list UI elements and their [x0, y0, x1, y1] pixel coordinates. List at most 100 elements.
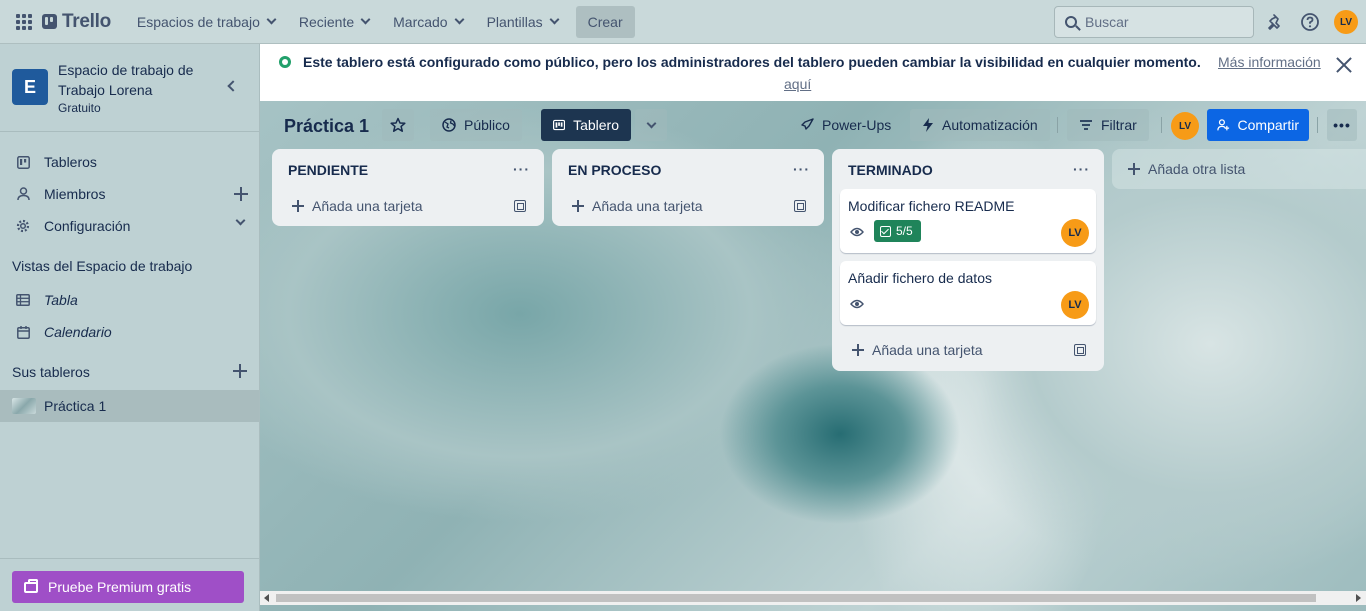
star-icon [390, 117, 406, 132]
chevron-down-icon [454, 14, 465, 25]
notifications-icon[interactable] [1264, 12, 1284, 32]
chevron-down-icon [549, 14, 560, 25]
sidebar-item-boards[interactable]: Tableros [0, 146, 259, 178]
header-separator [1161, 117, 1162, 133]
watching-eye-icon [850, 297, 864, 311]
menu-recent-label: Reciente [298, 13, 355, 30]
plus-icon [1128, 163, 1140, 175]
search-placeholder: Buscar [1085, 14, 1129, 30]
sidebar-item-calendar[interactable]: Calendario [0, 316, 259, 348]
globe-icon [279, 56, 291, 68]
list-title[interactable]: PENDIENTE [288, 162, 368, 178]
create-button[interactable]: Crear [575, 5, 635, 38]
header-separator [1317, 117, 1318, 133]
add-card-label: Añada una tarjeta [312, 198, 423, 214]
card-template-icon[interactable] [794, 200, 806, 212]
banner-more-info-link[interactable]: Más información [1218, 54, 1321, 70]
sidebar-item-members[interactable]: Miembros [0, 178, 259, 210]
automation-label: Automatización [942, 117, 1038, 133]
header-separator [1057, 117, 1058, 133]
user-avatar[interactable]: LV [1334, 10, 1358, 34]
view-board-label: Tablero [573, 117, 619, 133]
board-thumbnail [12, 398, 36, 414]
checklist-count: 5/5 [896, 224, 913, 238]
sidebar-board-label: Práctica 1 [44, 398, 107, 414]
card-template-icon[interactable] [514, 200, 526, 212]
powerups-button[interactable]: Power-Ups [788, 109, 903, 141]
watching-eye-icon [850, 225, 864, 239]
sidebar-item-settings[interactable]: Configuración [0, 210, 259, 242]
filter-icon [1080, 120, 1092, 130]
try-premium-button[interactable]: Pruebe Premium gratis [12, 571, 244, 603]
rocket-icon [801, 118, 814, 130]
list-menu-icon[interactable]: ··· [793, 161, 810, 177]
visibility-button[interactable]: Público [430, 109, 522, 141]
list-title[interactable]: TERMINADO [848, 162, 933, 178]
visibility-banner: Este tablero está configurado como públi… [260, 44, 1366, 101]
list-menu-icon[interactable]: ··· [513, 161, 530, 177]
plus-icon [852, 344, 864, 356]
gear-icon [16, 219, 30, 233]
star-board-button[interactable] [382, 109, 414, 141]
scrollbar-thumb[interactable] [276, 594, 1316, 602]
more-icon: ••• [1333, 117, 1351, 133]
menu-recent[interactable]: Reciente [287, 6, 381, 38]
menu-starred-label: Marcado [393, 13, 448, 30]
add-card-button[interactable]: Añada una tarjeta [280, 192, 536, 220]
trello-logo[interactable]: Trello [42, 11, 111, 33]
sidebar-board-practica-1[interactable]: Práctica 1 [0, 390, 259, 422]
sidebar-item-table[interactable]: Tabla [0, 284, 259, 316]
add-card-button[interactable]: Añada una tarjeta [560, 192, 816, 220]
card-template-icon[interactable] [1074, 344, 1086, 356]
globe-outline-icon [442, 118, 456, 132]
card-member-avatar[interactable]: LV [1061, 291, 1089, 319]
view-board-button[interactable]: Tablero [541, 109, 631, 141]
visibility-label: Público [464, 117, 510, 133]
menu-templates-label: Plantillas [486, 13, 543, 30]
powerups-label: Power-Ups [822, 117, 892, 133]
card-title: Modificar fichero README [848, 198, 1015, 214]
share-button[interactable]: Compartir [1207, 109, 1309, 141]
filter-button[interactable]: Filtrar [1067, 109, 1149, 141]
list-terminado: TERMINADO ··· Modificar fichero README 5… [832, 149, 1104, 371]
add-card-button[interactable]: Añada una tarjeta [840, 336, 1096, 364]
app-switcher-icon[interactable] [12, 10, 36, 34]
calendar-icon [16, 325, 30, 339]
workspace-name-line2: Trabajo Lorena [58, 82, 153, 98]
card-modificar-readme[interactable]: Modificar fichero README 5/5 LV [840, 189, 1096, 253]
workspace-logo[interactable]: E [12, 69, 48, 105]
add-member-icon[interactable] [234, 187, 248, 201]
menu-templates[interactable]: Plantillas [475, 6, 570, 38]
list-menu-icon[interactable]: ··· [1073, 161, 1090, 177]
automation-button[interactable]: Automatización [910, 109, 1050, 141]
add-card-label: Añada una tarjeta [592, 198, 703, 214]
chevron-down-icon[interactable] [235, 215, 246, 226]
workspace-views-title: Vistas del Espacio de trabajo [12, 258, 193, 274]
board-menu-button[interactable]: ••• [1327, 109, 1357, 141]
board-title[interactable]: Práctica 1 [284, 116, 369, 137]
top-navigation: Trello Espacios de trabajo Reciente Marc… [0, 0, 1366, 44]
add-list-button[interactable]: Añada otra lista [1112, 149, 1366, 189]
card-anadir-datos[interactable]: Añadir fichero de datos LV [840, 261, 1096, 325]
card-member-avatar[interactable]: LV [1061, 219, 1089, 247]
scroll-left-arrow-icon[interactable] [264, 594, 269, 602]
scroll-right-arrow-icon[interactable] [1356, 594, 1361, 602]
your-boards-title: Sus tableros [12, 364, 90, 380]
menu-starred[interactable]: Marcado [381, 6, 474, 38]
view-switcher-button[interactable] [635, 109, 667, 141]
list-title[interactable]: EN PROCESO [568, 162, 661, 178]
board-member-avatar[interactable]: LV [1171, 112, 1199, 140]
banner-more-info-link-continued[interactable]: aquí [784, 76, 811, 92]
search-input[interactable]: Buscar [1054, 6, 1254, 38]
workspace-header: E Espacio de trabajo de Trabajo Lorena G… [0, 44, 259, 132]
sidebar-item-boards-label: Tableros [44, 154, 97, 170]
help-icon[interactable] [1300, 12, 1320, 32]
board-header: Práctica 1 Público Tablero Power-Ups Aut… [260, 101, 1366, 149]
close-icon[interactable] [1335, 56, 1353, 74]
add-board-icon[interactable] [233, 364, 247, 378]
collapse-sidebar-icon[interactable] [227, 80, 239, 92]
menu-workspaces[interactable]: Espacios de trabajo [125, 6, 287, 38]
person-icon [16, 187, 30, 201]
menu-workspaces-label: Espacios de trabajo [136, 13, 260, 30]
board-icon [16, 155, 30, 169]
